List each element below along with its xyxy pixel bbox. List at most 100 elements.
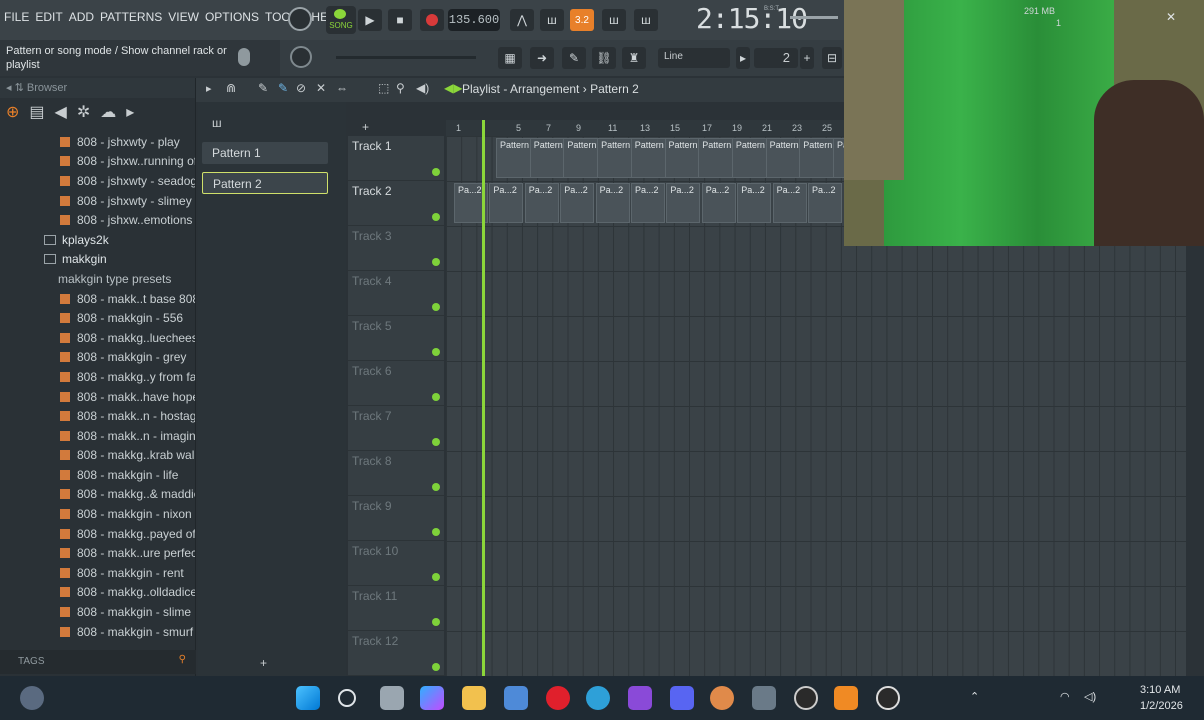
tray-volume-icon[interactable]: ◁): [1084, 690, 1096, 703]
weather-icon[interactable]: [20, 686, 44, 710]
menu-patterns[interactable]: PATTERNS: [100, 10, 162, 24]
countdown-button[interactable]: 3.2: [570, 9, 594, 31]
pattern-clip[interactable]: Pa...2: [489, 183, 524, 223]
track-header[interactable]: Track 11: [348, 586, 444, 631]
menu-file[interactable]: FILE: [4, 10, 29, 24]
browser-file-item[interactable]: 808 - makk..have hope: [0, 387, 195, 407]
track-enable-dot[interactable]: [432, 348, 440, 356]
pattern-item-2[interactable]: Pattern 2: [202, 172, 328, 194]
track-enable-dot[interactable]: [432, 528, 440, 536]
browser-file-item[interactable]: 808 - makkg..luecheese: [0, 328, 195, 348]
menu-view[interactable]: VIEW: [168, 10, 199, 24]
browser-file-item[interactable]: 808 - jshxwty - slimey: [0, 191, 195, 211]
record-button[interactable]: [420, 9, 444, 31]
playlist-options-icon[interactable]: ▸: [206, 82, 212, 95]
search-taskbar-icon[interactable]: [338, 689, 356, 707]
file-explorer-icon[interactable]: [462, 686, 486, 710]
wait-input-button[interactable]: ш: [540, 9, 564, 31]
browser-all-icon[interactable]: ⊕: [6, 102, 19, 122]
track-enable-dot[interactable]: [432, 483, 440, 491]
pattern-prev-button[interactable]: ▸: [736, 47, 750, 69]
browser-collapse-icon[interactable]: ◂ ⇅: [6, 82, 27, 94]
pattern-clip[interactable]: Pa...2: [701, 183, 736, 223]
loop-record-button[interactable]: ш: [634, 9, 658, 31]
track-enable-dot[interactable]: [432, 303, 440, 311]
paint-icon[interactable]: ✎: [278, 81, 288, 95]
pattern-clip[interactable]: Pa...2: [631, 183, 665, 223]
camera-icon[interactable]: [752, 686, 776, 710]
opera-icon[interactable]: [546, 686, 570, 710]
link-button[interactable]: ⛓: [592, 47, 616, 69]
playlist-arrow-icon[interactable]: ◀▶: [444, 81, 462, 95]
tempo-display[interactable]: 135.600: [448, 9, 500, 31]
track-enable-dot[interactable]: [432, 393, 440, 401]
track-header[interactable]: Track 4: [348, 271, 444, 316]
piano-roll-button[interactable]: ▦: [498, 47, 522, 69]
browser-subfolder-item[interactable]: makkgin type presets: [0, 269, 195, 289]
browser-file-item[interactable]: 808 - makkg..& maddie: [0, 485, 195, 505]
start-icon[interactable]: [296, 686, 320, 710]
playback-icon[interactable]: ◀): [416, 81, 429, 95]
track-header[interactable]: Track 6: [348, 361, 444, 406]
pencil-icon[interactable]: ✎: [258, 81, 268, 95]
app-icon[interactable]: [504, 686, 528, 710]
task-view-icon[interactable]: [380, 686, 404, 710]
taskbar-date[interactable]: 1/2/2026: [1140, 700, 1183, 712]
edge-icon[interactable]: [586, 686, 610, 710]
track-enable-dot[interactable]: [432, 573, 440, 581]
browser-folder-item[interactable]: kplays2k: [0, 230, 195, 250]
blend-notes-button[interactable]: ш: [602, 9, 626, 31]
browser-file-item[interactable]: 808 - makkg..payed off: [0, 524, 195, 544]
browser-folder-item[interactable]: makkgin: [0, 250, 195, 270]
browser-file-item[interactable]: 808 - makkgin - slime: [0, 602, 195, 622]
tray-wifi-icon[interactable]: ◠: [1060, 690, 1070, 703]
taskbar-time[interactable]: 3:10 AM: [1140, 684, 1180, 696]
play-button[interactable]: ▶: [358, 9, 382, 31]
pattern-clip[interactable]: Pa...2: [737, 183, 772, 223]
pattern-panel-icon[interactable]: ш: [212, 116, 222, 130]
zoom-icon[interactable]: ⚲: [396, 81, 405, 95]
browser-file-item[interactable]: 808 - makk..n - imagine: [0, 426, 195, 446]
track-header[interactable]: Track 7: [348, 406, 444, 451]
song-mode-toggle[interactable]: SONG: [326, 6, 356, 34]
stamp-button[interactable]: ♜: [622, 47, 646, 69]
track-header[interactable]: Track 1: [348, 136, 444, 181]
browser-file-item[interactable]: 808 - makkgin - life: [0, 465, 195, 485]
pattern-clip[interactable]: Pa...2: [560, 183, 595, 223]
track-enable-dot[interactable]: [432, 258, 440, 266]
browser-file-item[interactable]: 808 - makkgin - rent: [0, 563, 195, 583]
browser-file-item[interactable]: 808 - makkgin - smurf: [0, 622, 195, 642]
tray-chevron-icon[interactable]: ⌃: [970, 690, 979, 703]
track-header[interactable]: Track 10: [348, 541, 444, 586]
menu-options[interactable]: OPTIONS: [205, 10, 259, 24]
master-pitch-knob[interactable]: [290, 46, 312, 68]
window-close-icon[interactable]: ✕: [1166, 10, 1176, 24]
track-header[interactable]: Track 9: [348, 496, 444, 541]
pattern-number[interactable]: 2: [754, 48, 798, 68]
stop-button[interactable]: ■: [388, 9, 412, 31]
delete-icon[interactable]: ⊘: [296, 81, 306, 95]
arrow-button[interactable]: ➜: [530, 47, 554, 69]
track-header[interactable]: Track 8: [348, 451, 444, 496]
browser-file-item[interactable]: 808 - jshxwty - seadog: [0, 171, 195, 191]
browser-file-item[interactable]: 808 - makk..n - hostage: [0, 406, 195, 426]
playhead-line[interactable]: [482, 120, 485, 676]
media-player-icon[interactable]: [876, 686, 900, 710]
pattern-add-button[interactable]: +: [800, 47, 814, 69]
browser-file-item[interactable]: 808 - makkg..olldadice2: [0, 583, 195, 603]
menu-add[interactable]: ADD: [69, 10, 94, 24]
browser-file-item[interactable]: 808 - jshxwty - play: [0, 132, 195, 152]
pattern-clip[interactable]: Pa...2: [666, 183, 701, 223]
track-enable-dot[interactable]: [432, 213, 440, 221]
search-icon[interactable]: ⚲: [179, 654, 186, 665]
browser-file-item[interactable]: 808 - makkgin - 556: [0, 308, 195, 328]
slip-icon[interactable]: ⇔: [336, 81, 348, 95]
snap-selector[interactable]: Line: [658, 48, 730, 68]
copilot-icon[interactable]: [420, 686, 444, 710]
browser-file-item[interactable]: 808 - makk..ure perfect: [0, 543, 195, 563]
track-enable-dot[interactable]: [432, 663, 440, 671]
browser-file-item[interactable]: 808 - makk..t base 808): [0, 289, 195, 309]
browser-plugin-icon[interactable]: ◀: [55, 102, 67, 122]
master-volume-knob[interactable]: [288, 7, 312, 31]
select-icon[interactable]: ⬚: [378, 81, 389, 95]
